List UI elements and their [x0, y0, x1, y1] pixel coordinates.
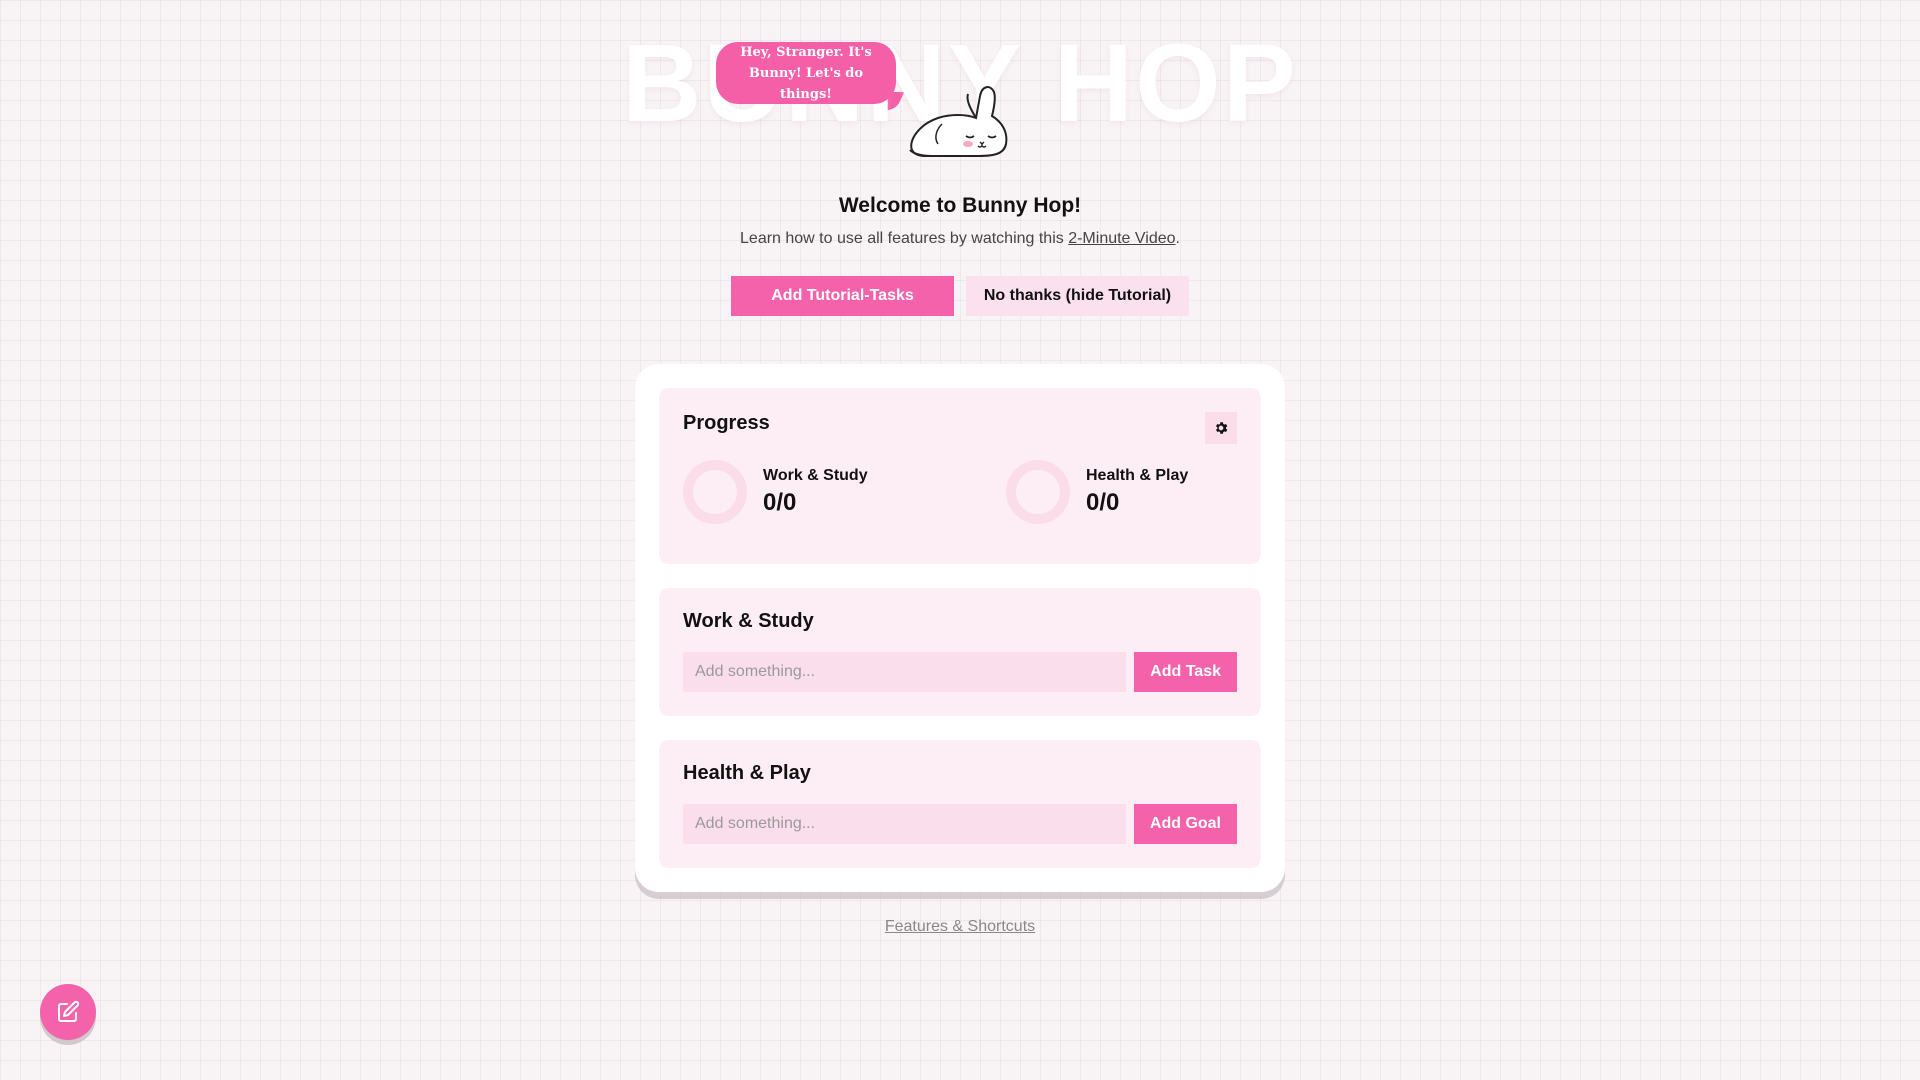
work-study-title: Work & Study	[683, 610, 814, 632]
footer: Features & Shortcuts	[0, 918, 1920, 936]
progress-count-work: 0/0	[763, 489, 797, 516]
progress-settings-button[interactable]	[1205, 412, 1237, 444]
progress-work-study: Work & Study 0/0	[683, 460, 868, 524]
progress-panel: Progress Work & Study 0/0 Health & Play …	[659, 388, 1261, 564]
progress-title: Progress	[683, 412, 770, 434]
welcome-text-prefix: Learn how to use all features by watchin…	[740, 230, 1069, 247]
bunny-mascot-icon	[909, 86, 1008, 157]
video-link[interactable]: 2-Minute Video	[1068, 230, 1175, 247]
welcome-title: Welcome to Bunny Hop!	[838, 194, 1082, 217]
progress-ring-work	[683, 460, 747, 524]
progress-label-work: Work & Study	[763, 467, 868, 484]
hide-tutorial-button[interactable]: No thanks (hide Tutorial)	[966, 276, 1189, 316]
progress-health-play: Health & Play 0/0	[1006, 460, 1188, 524]
welcome-text: Learn how to use all features by watchin…	[0, 230, 1920, 248]
edit-icon	[58, 1000, 80, 1022]
health-goal-input[interactable]	[683, 804, 1126, 844]
health-play-title: Health & Play	[683, 762, 811, 784]
work-add-row: Add Task	[683, 652, 1237, 692]
add-tutorial-tasks-button[interactable]: Add Tutorial-Tasks	[731, 276, 954, 316]
add-goal-button[interactable]: Add Goal	[1133, 804, 1237, 844]
edit-fab-button[interactable]	[40, 984, 96, 1040]
features-shortcuts-link[interactable]: Features & Shortcuts	[885, 918, 1035, 935]
main-card: Progress Work & Study 0/0 Health & Play …	[635, 364, 1285, 892]
add-task-button[interactable]: Add Task	[1134, 652, 1237, 692]
progress-count-health: 0/0	[1086, 489, 1120, 516]
progress-ring-health	[1006, 460, 1070, 524]
tutorial-buttons: Add Tutorial-Tasks No thanks (hide Tutor…	[0, 276, 1920, 316]
work-task-input[interactable]	[683, 652, 1127, 692]
progress-label-health: Health & Play	[1086, 467, 1189, 484]
health-play-panel: Health & Play Add Goal	[659, 740, 1261, 868]
health-add-row: Add Goal	[683, 804, 1237, 844]
work-study-panel: Work & Study Add Task	[659, 588, 1261, 716]
gear-icon	[1216, 422, 1228, 434]
speech-bubble: Hey, Stranger. It's Bunny! Let's do thin…	[716, 42, 896, 104]
welcome-text-suffix: .	[1175, 230, 1180, 247]
